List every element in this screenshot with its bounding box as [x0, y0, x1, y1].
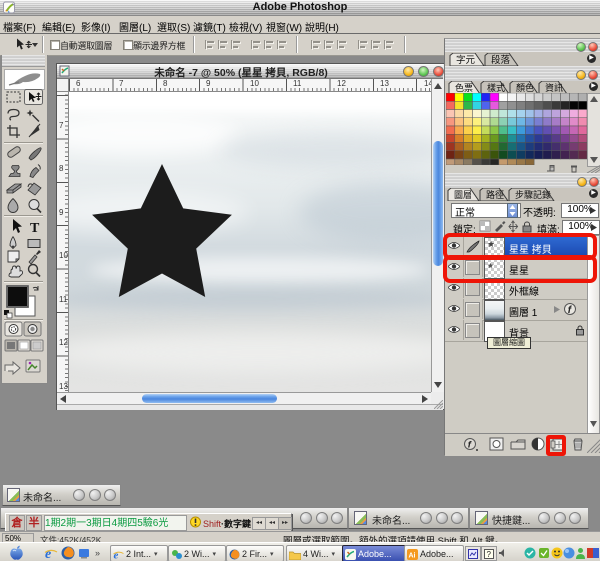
- svg-text:顏色: 顏色: [516, 82, 534, 93]
- svg-text:T: T: [30, 221, 40, 236]
- svg-text:段落: 段落: [491, 54, 511, 66]
- svg-text:樣式: 樣式: [487, 82, 505, 93]
- svg-text:步驟記錄: 步驟記錄: [515, 189, 551, 200]
- svg-text:圖層: 圖層: [454, 190, 472, 200]
- svg-text:資訊: 資訊: [545, 82, 563, 93]
- svg-text:色票: 色票: [455, 82, 473, 93]
- svg-text:e: e: [114, 549, 119, 560]
- svg-text:Ai: Ai: [409, 552, 416, 559]
- svg-text:e: e: [45, 547, 51, 560]
- svg-text:字元: 字元: [456, 54, 476, 66]
- svg-text:?: ?: [487, 550, 492, 559]
- svg-text:路徑: 路徑: [486, 189, 504, 200]
